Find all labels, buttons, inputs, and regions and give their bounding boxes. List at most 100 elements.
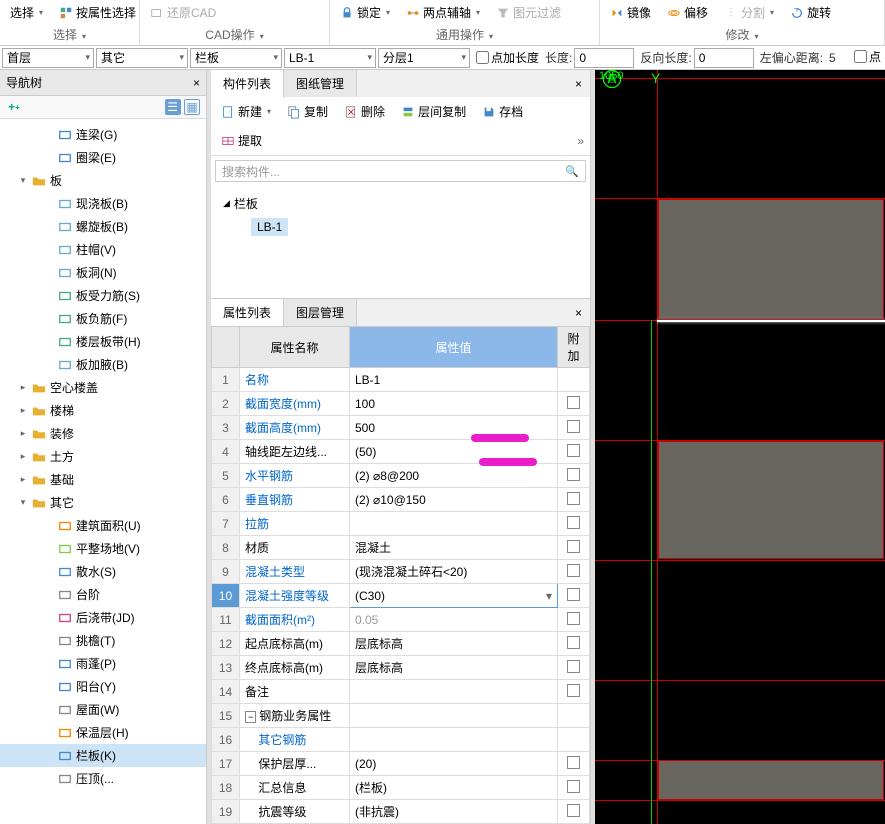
layer-copy-button[interactable]: 层间复制 bbox=[397, 101, 470, 122]
prop-row[interactable]: 10混凝土强度等级(C30)▾ bbox=[212, 584, 590, 608]
prop-row[interactable]: 5水平钢筋(2) ⌀8@200 bbox=[212, 464, 590, 488]
nav-item[interactable]: ▾板 bbox=[0, 169, 206, 192]
prop-add-check[interactable] bbox=[558, 728, 590, 752]
prop-value[interactable]: 层底标高 bbox=[350, 632, 558, 656]
tick-length-check[interactable]: 点加长度 bbox=[476, 49, 539, 66]
tree-item-lb1[interactable]: LB-1 bbox=[217, 215, 584, 239]
prop-row[interactable]: 16 其它钢筋 bbox=[212, 728, 590, 752]
rotate-button[interactable]: 旋转 bbox=[786, 2, 835, 23]
prop-value[interactable]: (20) bbox=[350, 752, 558, 776]
prop-add-check[interactable] bbox=[558, 752, 590, 776]
prop-value[interactable]: (2) ⌀8@200 bbox=[350, 464, 558, 488]
length-input[interactable] bbox=[574, 48, 634, 68]
nav-tree[interactable]: 连梁(G)圈梁(E)▾板现浇板(B)螺旋板(B)柱帽(V)板洞(N)板受力筋(S… bbox=[0, 119, 206, 824]
prop-add-check[interactable] bbox=[558, 392, 590, 416]
save-button[interactable]: 存档 bbox=[478, 101, 527, 122]
rev-length-input[interactable] bbox=[694, 48, 754, 68]
nav-item[interactable]: 平整场地(V) bbox=[0, 537, 206, 560]
tab-prop-list[interactable]: 属性列表 bbox=[211, 299, 284, 327]
layer-combo[interactable]: 分层1 bbox=[378, 48, 470, 68]
prop-value[interactable]: (非抗震) bbox=[350, 800, 558, 824]
prop-row[interactable]: 7拉筋 bbox=[212, 512, 590, 536]
nav-item[interactable]: 现浇板(B) bbox=[0, 192, 206, 215]
kind-combo[interactable]: 栏板 bbox=[190, 48, 282, 68]
nav-item[interactable]: ▸土方 bbox=[0, 445, 206, 468]
prop-add-check[interactable] bbox=[558, 776, 590, 800]
nav-item[interactable]: 板受力筋(S) bbox=[0, 284, 206, 307]
nav-item[interactable]: 板洞(N) bbox=[0, 261, 206, 284]
two-point-button[interactable]: 两点辅轴▾ bbox=[402, 2, 484, 23]
prop-row[interactable]: 17 保护层厚...(20) bbox=[212, 752, 590, 776]
offset-button[interactable]: 偏移 bbox=[663, 2, 712, 23]
prop-value[interactable]: (现浇混凝土碎石<20) bbox=[350, 560, 558, 584]
prop-value[interactable]: 混凝土 bbox=[350, 536, 558, 560]
nav-item[interactable]: 柱帽(V) bbox=[0, 238, 206, 261]
prop-value[interactable] bbox=[350, 512, 558, 536]
floor-combo[interactable]: 首层 bbox=[2, 48, 94, 68]
prop-value[interactable]: 层底标高 bbox=[350, 656, 558, 680]
prop-value[interactable] bbox=[350, 680, 558, 704]
nav-item[interactable]: 阳台(Y) bbox=[0, 675, 206, 698]
prop-add-check[interactable] bbox=[558, 440, 590, 464]
prop-add-check[interactable] bbox=[558, 656, 590, 680]
nav-item[interactable]: 屋面(W) bbox=[0, 698, 206, 721]
nav-item[interactable]: 雨蓬(P) bbox=[0, 652, 206, 675]
prop-add-check[interactable] bbox=[558, 488, 590, 512]
prop-value[interactable]: LB-1 bbox=[350, 368, 558, 392]
prop-value[interactable]: (2) ⌀10@150 bbox=[350, 488, 558, 512]
tab-layer-mgmt[interactable]: 图层管理 bbox=[284, 299, 357, 326]
nav-item[interactable]: 板负筋(F) bbox=[0, 307, 206, 330]
prop-add-check[interactable] bbox=[558, 800, 590, 824]
more-icon[interactable]: » bbox=[577, 134, 584, 148]
prop-add-check[interactable] bbox=[558, 464, 590, 488]
prop-row[interactable]: 6垂直钢筋(2) ⌀10@150 bbox=[212, 488, 590, 512]
drawing-canvas[interactable]: G F E D C B A 0 1050 Y bbox=[595, 70, 885, 824]
prop-add-check[interactable] bbox=[558, 608, 590, 632]
prop-row[interactable]: 11截面面积(m²)0.05 bbox=[212, 608, 590, 632]
prop-add-check[interactable] bbox=[558, 584, 590, 608]
item-combo[interactable]: LB-1 bbox=[284, 48, 376, 68]
elem-filter-button[interactable]: 图元过滤 bbox=[492, 2, 565, 23]
tab-component-list[interactable]: 构件列表 bbox=[211, 70, 284, 98]
nav-item[interactable]: 后浇带(JD) bbox=[0, 606, 206, 629]
restore-cad-button[interactable]: 还原CAD bbox=[146, 2, 220, 23]
component-tree[interactable]: ◢ 栏板 LB-1 bbox=[211, 186, 590, 298]
col-name[interactable]: 属性名称 bbox=[240, 327, 350, 368]
nav-item[interactable]: 栏板(K) bbox=[0, 744, 206, 767]
tab-drawing-mgmt[interactable]: 图纸管理 bbox=[284, 70, 357, 97]
add-icon[interactable]: ++ bbox=[6, 99, 22, 115]
prop-value[interactable] bbox=[350, 704, 558, 728]
prop-close-icon[interactable]: × bbox=[567, 306, 590, 320]
nav-item[interactable]: 螺旋板(B) bbox=[0, 215, 206, 238]
prop-add-check[interactable] bbox=[558, 536, 590, 560]
nav-item[interactable]: ▸楼梯 bbox=[0, 399, 206, 422]
prop-add-check[interactable] bbox=[558, 704, 590, 728]
prop-row[interactable]: 8材质混凝土 bbox=[212, 536, 590, 560]
delete-button[interactable]: 删除 bbox=[340, 101, 389, 122]
nav-item[interactable]: ▸基础 bbox=[0, 468, 206, 491]
mid-close-icon[interactable]: × bbox=[567, 77, 590, 91]
prop-add-check[interactable] bbox=[558, 632, 590, 656]
prop-add-check[interactable] bbox=[558, 416, 590, 440]
prop-row[interactable]: 3截面高度(mm)500 bbox=[212, 416, 590, 440]
nav-item[interactable]: 保温层(H) bbox=[0, 721, 206, 744]
nav-item[interactable]: 挑檐(T) bbox=[0, 629, 206, 652]
new-button[interactable]: 新建▾ bbox=[217, 101, 275, 122]
prop-row[interactable]: 15−钢筋业务属性 bbox=[212, 704, 590, 728]
point-check[interactable]: 点 bbox=[854, 48, 881, 65]
nav-item[interactable]: ▾其它 bbox=[0, 491, 206, 514]
prop-row[interactable]: 9混凝土类型(现浇混凝土碎石<20) bbox=[212, 560, 590, 584]
nav-item[interactable]: ▸装修 bbox=[0, 422, 206, 445]
col-add[interactable]: 附加 bbox=[558, 327, 590, 368]
prop-row[interactable]: 2截面宽度(mm)100 bbox=[212, 392, 590, 416]
split-button[interactable]: 分割▾ bbox=[720, 2, 778, 23]
lock-button[interactable]: 锁定▾ bbox=[336, 2, 394, 23]
nav-item[interactable]: 圈梁(E) bbox=[0, 146, 206, 169]
nav-item[interactable]: 压顶(... bbox=[0, 767, 206, 790]
prop-value[interactable] bbox=[350, 728, 558, 752]
nav-item[interactable]: ▸空心楼盖 bbox=[0, 376, 206, 399]
grid-view-icon[interactable]: ▦ bbox=[184, 99, 200, 115]
nav-item[interactable]: 台阶 bbox=[0, 583, 206, 606]
prop-add-check[interactable] bbox=[558, 680, 590, 704]
prop-row[interactable]: 1名称LB-1 bbox=[212, 368, 590, 392]
